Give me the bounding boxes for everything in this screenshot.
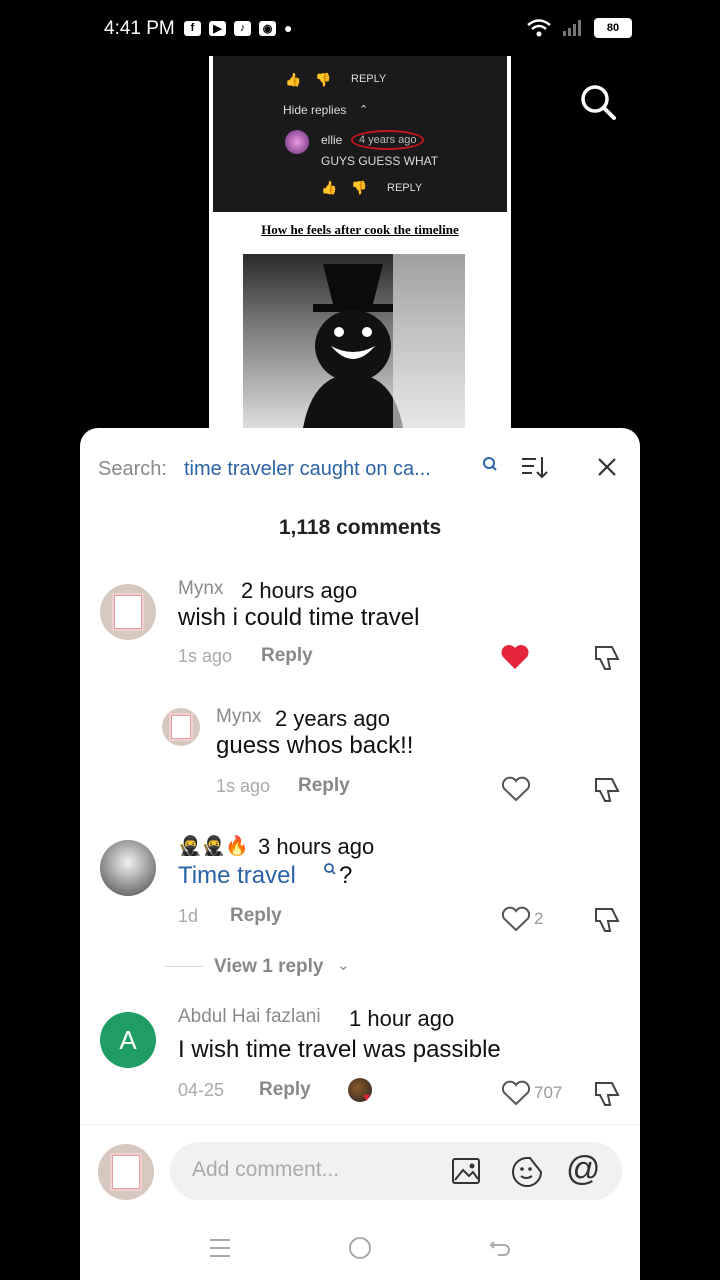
thumbs-up-icon: 👍: [321, 180, 338, 195]
avatar[interactable]: [100, 584, 156, 640]
chevron-up-icon: ⌃: [359, 104, 369, 116]
thumbs-up-icon: 👍: [285, 72, 302, 87]
reply-button[interactable]: Reply: [261, 645, 313, 667]
reply-button[interactable]: Reply: [298, 775, 350, 797]
search-icon[interactable]: [578, 82, 618, 122]
status-right: 80: [526, 18, 632, 38]
comment-text-suffix: ?: [339, 862, 353, 889]
youtube-icon: ▶: [209, 20, 226, 36]
video-comment-screenshot: 👍 👎 REPLY Hide replies ⌃ ellie 4 years a…: [213, 56, 507, 212]
comments-search-bar[interactable]: Search: time traveler caught on ca...: [80, 450, 640, 490]
reply-button[interactable]: Reply: [259, 1079, 311, 1101]
comment-age: 1d: [178, 906, 199, 926]
heart-filled-icon[interactable]: [500, 644, 530, 670]
dislike-icon[interactable]: [592, 906, 622, 934]
comment-username[interactable]: Mynx: [178, 578, 223, 600]
back-icon[interactable]: [488, 1236, 512, 1260]
comment-item: A Abdul Hai fazlani 1 hour ago I wish ti…: [80, 1006, 640, 1116]
facebook-icon: f: [184, 20, 201, 36]
tiktok-icon: ♪: [234, 20, 251, 36]
system-nav-bar: [80, 1228, 640, 1268]
video-frame[interactable]: 👍 👎 REPLY Hide replies ⌃ ellie 4 years a…: [209, 56, 511, 428]
reply-button[interactable]: Reply: [230, 905, 282, 927]
comment-stamp: 3 hours ago: [258, 834, 375, 859]
heart-outline-icon[interactable]: [501, 906, 531, 932]
comment-text: I wish time travel was passible: [178, 1036, 501, 1063]
heart-outline-icon[interactable]: [501, 1080, 531, 1106]
comment-reply-item: Mynx 2 years ago guess whos back!! 1s ag…: [80, 706, 640, 806]
search-icon: [324, 863, 336, 875]
video-reply-user: ellie: [321, 133, 343, 147]
more-notifications-dot-icon: ●: [284, 20, 293, 36]
reply-divider: [164, 966, 204, 967]
comment-stamp: 2 years ago: [275, 706, 390, 731]
video-caption: How he feels after cook the timeline: [261, 222, 459, 237]
sort-icon[interactable]: [520, 454, 548, 480]
input-divider: [80, 1124, 640, 1125]
comment-age: 1s ago: [216, 776, 271, 796]
comment-item: 🥷🥷🔥 3 hours ago Time travel ? 1d Reply 2…: [80, 834, 640, 984]
avatar[interactable]: A: [100, 1012, 156, 1068]
comment-link[interactable]: Time travel: [178, 862, 296, 890]
status-bar: 4:41 PM f ▶ ♪ ◉ ● 80: [0, 0, 720, 56]
image-icon[interactable]: [450, 1155, 482, 1187]
notification-icons: f ▶ ♪ ◉ ●: [184, 20, 292, 36]
my-avatar: [98, 1144, 154, 1200]
camera-app-icon: ◉: [259, 20, 276, 36]
mention-icon[interactable]: @: [566, 1150, 601, 1189]
search-icon: [483, 457, 497, 471]
dislike-icon[interactable]: [592, 776, 622, 804]
comment-input-placeholder: Add comment...: [192, 1158, 340, 1181]
comment-age: 1s ago: [178, 646, 233, 666]
menu-icon[interactable]: [208, 1236, 232, 1260]
status-time: 4:41 PM: [104, 18, 175, 39]
comment-username[interactable]: Abdul Hai fazlani: [178, 1006, 321, 1028]
comment-count: 1,118 comments: [278, 516, 442, 539]
search-query[interactable]: time traveler caught on ca...: [184, 458, 431, 481]
video-reply-text: GUYS GUESS WHAT: [321, 154, 439, 168]
comment-username[interactable]: 🥷🥷🔥: [178, 834, 249, 858]
comment-stamp: 2 hours ago: [241, 578, 358, 603]
wifi-icon: [527, 19, 551, 37]
dislike-icon[interactable]: [592, 1080, 622, 1108]
view-replies-button[interactable]: View 1 reply: [214, 956, 324, 978]
video-reply-label-top: REPLY: [351, 73, 387, 85]
comment-age: 04-25: [178, 1080, 225, 1100]
comment-username[interactable]: Mynx: [216, 706, 261, 728]
video-avatar: [285, 130, 309, 154]
hide-replies: Hide replies: [283, 103, 347, 117]
dislike-icon[interactable]: [592, 644, 622, 672]
battery-indicator: 80: [594, 18, 632, 38]
like-count: 2: [534, 909, 544, 928]
search-label: Search:: [98, 458, 167, 480]
home-icon[interactable]: [348, 1236, 372, 1260]
comments-sheet: Search: time traveler caught on ca... 1,…: [80, 428, 640, 1280]
video-still-image: [243, 254, 465, 428]
avatar[interactable]: [162, 708, 200, 746]
chevron-down-icon: ⌄: [337, 957, 350, 974]
video-reply-time: 4 years ago: [351, 130, 425, 150]
comment-text: wish i could time travel: [178, 604, 420, 631]
comment-input[interactable]: Add comment... @: [170, 1142, 622, 1200]
comment-text: guess whos back!!: [216, 732, 414, 759]
thumbs-down-icon: 👎: [351, 180, 368, 195]
comment-item: Mynx 2 hours ago wish i could time trave…: [80, 578, 640, 678]
avatar[interactable]: [100, 840, 156, 896]
heart-outline-icon[interactable]: [501, 776, 531, 802]
like-count: 707: [534, 1083, 563, 1102]
heart-badge-icon: ♥: [363, 1090, 371, 1104]
thumbs-down-icon: 👎: [315, 72, 332, 87]
comment-stamp: 1 hour ago: [349, 1006, 455, 1031]
emoji-sticker-icon[interactable]: [510, 1155, 544, 1189]
video-reply-label-bottom: REPLY: [387, 182, 423, 194]
signal-icon: [563, 20, 581, 36]
close-icon[interactable]: [596, 456, 618, 478]
